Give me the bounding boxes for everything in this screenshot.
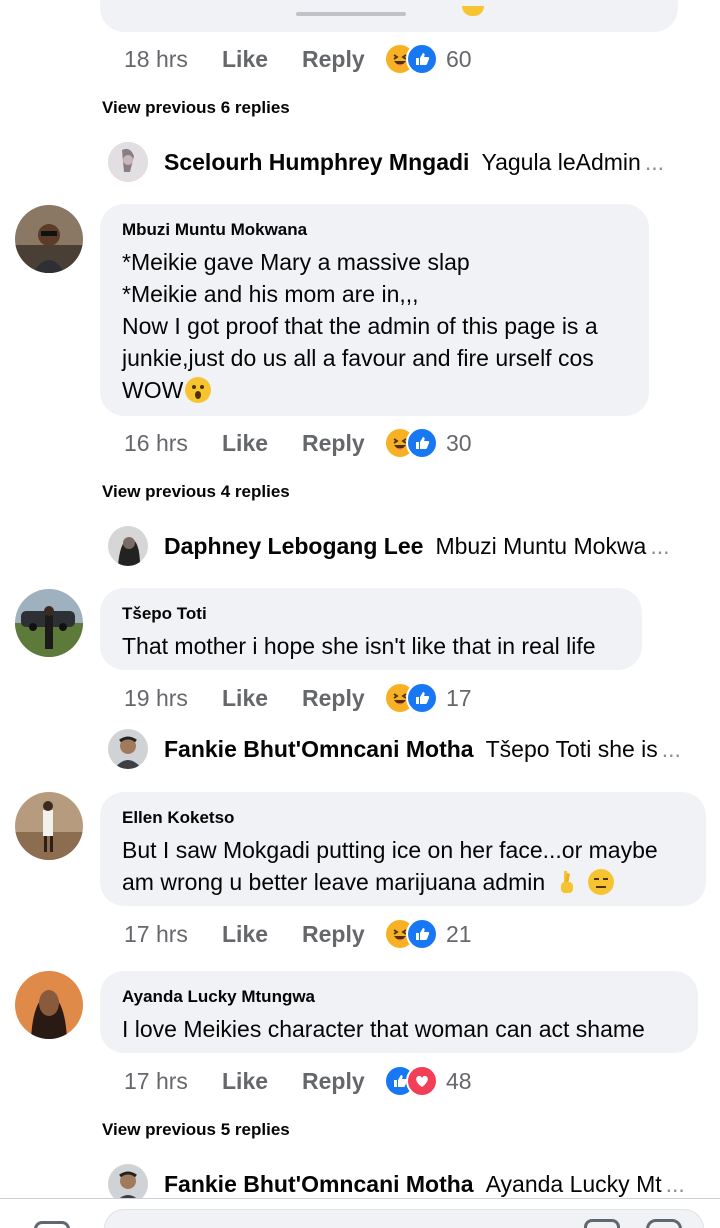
reply-author[interactable]: Fankie Bhut'Omncani Motha xyxy=(164,1171,474,1198)
comment-text: *Meikie gave Mary a massive slap *Meikie… xyxy=(122,246,627,406)
avatar[interactable] xyxy=(108,142,148,182)
reply-text: Yagula leAdmin xyxy=(481,148,641,175)
avatar[interactable] xyxy=(108,526,148,566)
comment-line: *Meikie and his mom are in,,, xyxy=(122,281,419,307)
comment-time: 18 hrs xyxy=(124,45,188,72)
like-button[interactable]: Like xyxy=(222,921,302,948)
comment-line: *Meikie gave Mary a massive slap xyxy=(122,249,470,275)
reply-text: Ayanda Lucky Mt xyxy=(485,1170,662,1197)
comment-time: 17 hrs xyxy=(124,920,188,947)
like-button[interactable]: Like xyxy=(222,430,302,457)
reply-preview[interactable]: Fankie Bhut'Omncani Motha Tšepo Toti she… xyxy=(108,729,688,769)
reactions-summary[interactable] xyxy=(384,427,438,459)
comment-time: 16 hrs xyxy=(124,429,188,456)
comment-text: But I saw Mokgadi putting ice on her fac… xyxy=(122,834,684,898)
comment-bubble: Ellen Koketso But I saw Mokgadi putting … xyxy=(100,792,706,906)
comment-bubble: Mbuzi Muntu Mokwana *Meikie gave Mary a … xyxy=(100,204,649,416)
comment-line: WOW xyxy=(122,374,627,406)
reply-button[interactable]: Reply xyxy=(302,430,384,457)
comment-actions: 17 hrs Like Reply 48 xyxy=(124,1065,472,1097)
comment-text: I love Meikies character that woman can … xyxy=(122,1016,645,1042)
reply-author[interactable]: Daphney Lebogang Lee xyxy=(164,533,423,560)
reply-ellipsis: ... xyxy=(665,1170,685,1197)
comment-text: That mother i hope she isn't like that i… xyxy=(122,633,596,659)
like-button[interactable]: Like xyxy=(222,1068,302,1095)
reaction-count: 21 xyxy=(446,920,472,947)
comment-actions: 16 hrs Like Reply 30 xyxy=(124,427,472,459)
comment-bubble-partial xyxy=(100,0,678,32)
reactions-summary[interactable] xyxy=(384,1065,438,1097)
like-reaction-icon xyxy=(406,682,438,714)
reactions-summary[interactable] xyxy=(384,43,438,75)
comment-bubble: Ayanda Lucky Mtungwa I love Meikies char… xyxy=(100,971,698,1053)
crossed-fingers-emoji-icon xyxy=(556,869,578,895)
reply-preview[interactable]: Daphney Lebogang Lee Mbuzi Muntu Mokwa .… xyxy=(108,526,688,566)
comment-line: Now I got proof that the admin of this p… xyxy=(122,313,598,339)
comment-composer-bar xyxy=(0,1198,720,1228)
view-previous-replies[interactable]: View previous 5 replies xyxy=(102,1120,290,1140)
comment-time: 17 hrs xyxy=(124,1067,188,1094)
reply-button[interactable]: Reply xyxy=(302,685,384,712)
emoji-icon[interactable] xyxy=(646,1219,682,1228)
comment-author[interactable]: Mbuzi Muntu Mokwana xyxy=(122,220,627,240)
reply-text: Tšepo Toti she is xyxy=(485,735,658,762)
comment-bubble: Tšepo Toti That mother i hope she isn't … xyxy=(100,588,642,670)
comment-line: junkie,just do us all a favour and fire … xyxy=(122,345,594,371)
reply-ellipsis: ... xyxy=(644,148,665,175)
reply-text: Mbuzi Muntu Mokwa xyxy=(435,532,647,559)
reply-preview[interactable]: Scelourh Humphrey Mngadi Yagula leAdmin … xyxy=(108,142,688,182)
comment-author[interactable]: Ayanda Lucky Mtungwa xyxy=(122,987,676,1007)
love-reaction-icon xyxy=(406,1065,438,1097)
like-button[interactable]: Like xyxy=(222,46,302,73)
astonished-emoji-icon xyxy=(185,377,212,403)
like-reaction-icon xyxy=(406,43,438,75)
comment-line-text: WOW xyxy=(122,377,184,403)
comment-line: But I saw Mokgadi putting ice on her fac… xyxy=(122,837,658,863)
reply-button[interactable]: Reply xyxy=(302,46,384,73)
like-reaction-icon xyxy=(406,427,438,459)
avatar[interactable] xyxy=(15,792,83,860)
reply-ellipsis: ... xyxy=(661,735,681,762)
partial-emoji xyxy=(462,6,484,16)
comment-author[interactable]: Tšepo Toti xyxy=(122,604,620,624)
reply-author[interactable]: Fankie Bhut'Omncani Motha xyxy=(164,736,474,763)
reply-ellipsis: ... xyxy=(650,532,670,559)
expressionless-emoji-icon xyxy=(587,869,614,895)
reply-button[interactable]: Reply xyxy=(302,921,384,948)
partial-text-fragment xyxy=(296,12,406,16)
view-previous-replies[interactable]: View previous 4 replies xyxy=(102,482,290,502)
reaction-count: 30 xyxy=(446,429,472,456)
reactions-summary[interactable] xyxy=(384,682,438,714)
sticker-icon[interactable] xyxy=(584,1219,620,1228)
avatar[interactable] xyxy=(15,589,83,657)
comment-actions: 18 hrs Like Reply 60 xyxy=(124,43,472,75)
reaction-count: 17 xyxy=(446,684,472,711)
camera-icon[interactable] xyxy=(34,1221,70,1228)
reply-author[interactable]: Scelourh Humphrey Mngadi xyxy=(164,149,469,176)
avatar[interactable] xyxy=(15,971,83,1039)
reaction-count: 48 xyxy=(446,1067,472,1094)
avatar[interactable] xyxy=(15,205,83,273)
comment-line: am wrong u better leave marijuana admin xyxy=(122,866,684,898)
comment-time: 19 hrs xyxy=(124,684,188,711)
comment-line-text: am wrong u better leave marijuana admin xyxy=(122,869,546,895)
like-reaction-icon xyxy=(406,918,438,950)
reply-button[interactable]: Reply xyxy=(302,1068,384,1095)
comment-author[interactable]: Ellen Koketso xyxy=(122,808,684,828)
avatar[interactable] xyxy=(108,729,148,769)
view-previous-replies[interactable]: View previous 6 replies xyxy=(102,98,290,118)
comment-actions: 17 hrs Like Reply 21 xyxy=(124,918,472,950)
reactions-summary[interactable] xyxy=(384,918,438,950)
comment-actions: 19 hrs Like Reply 17 xyxy=(124,682,472,714)
like-button[interactable]: Like xyxy=(222,685,302,712)
reaction-count: 60 xyxy=(446,45,472,72)
